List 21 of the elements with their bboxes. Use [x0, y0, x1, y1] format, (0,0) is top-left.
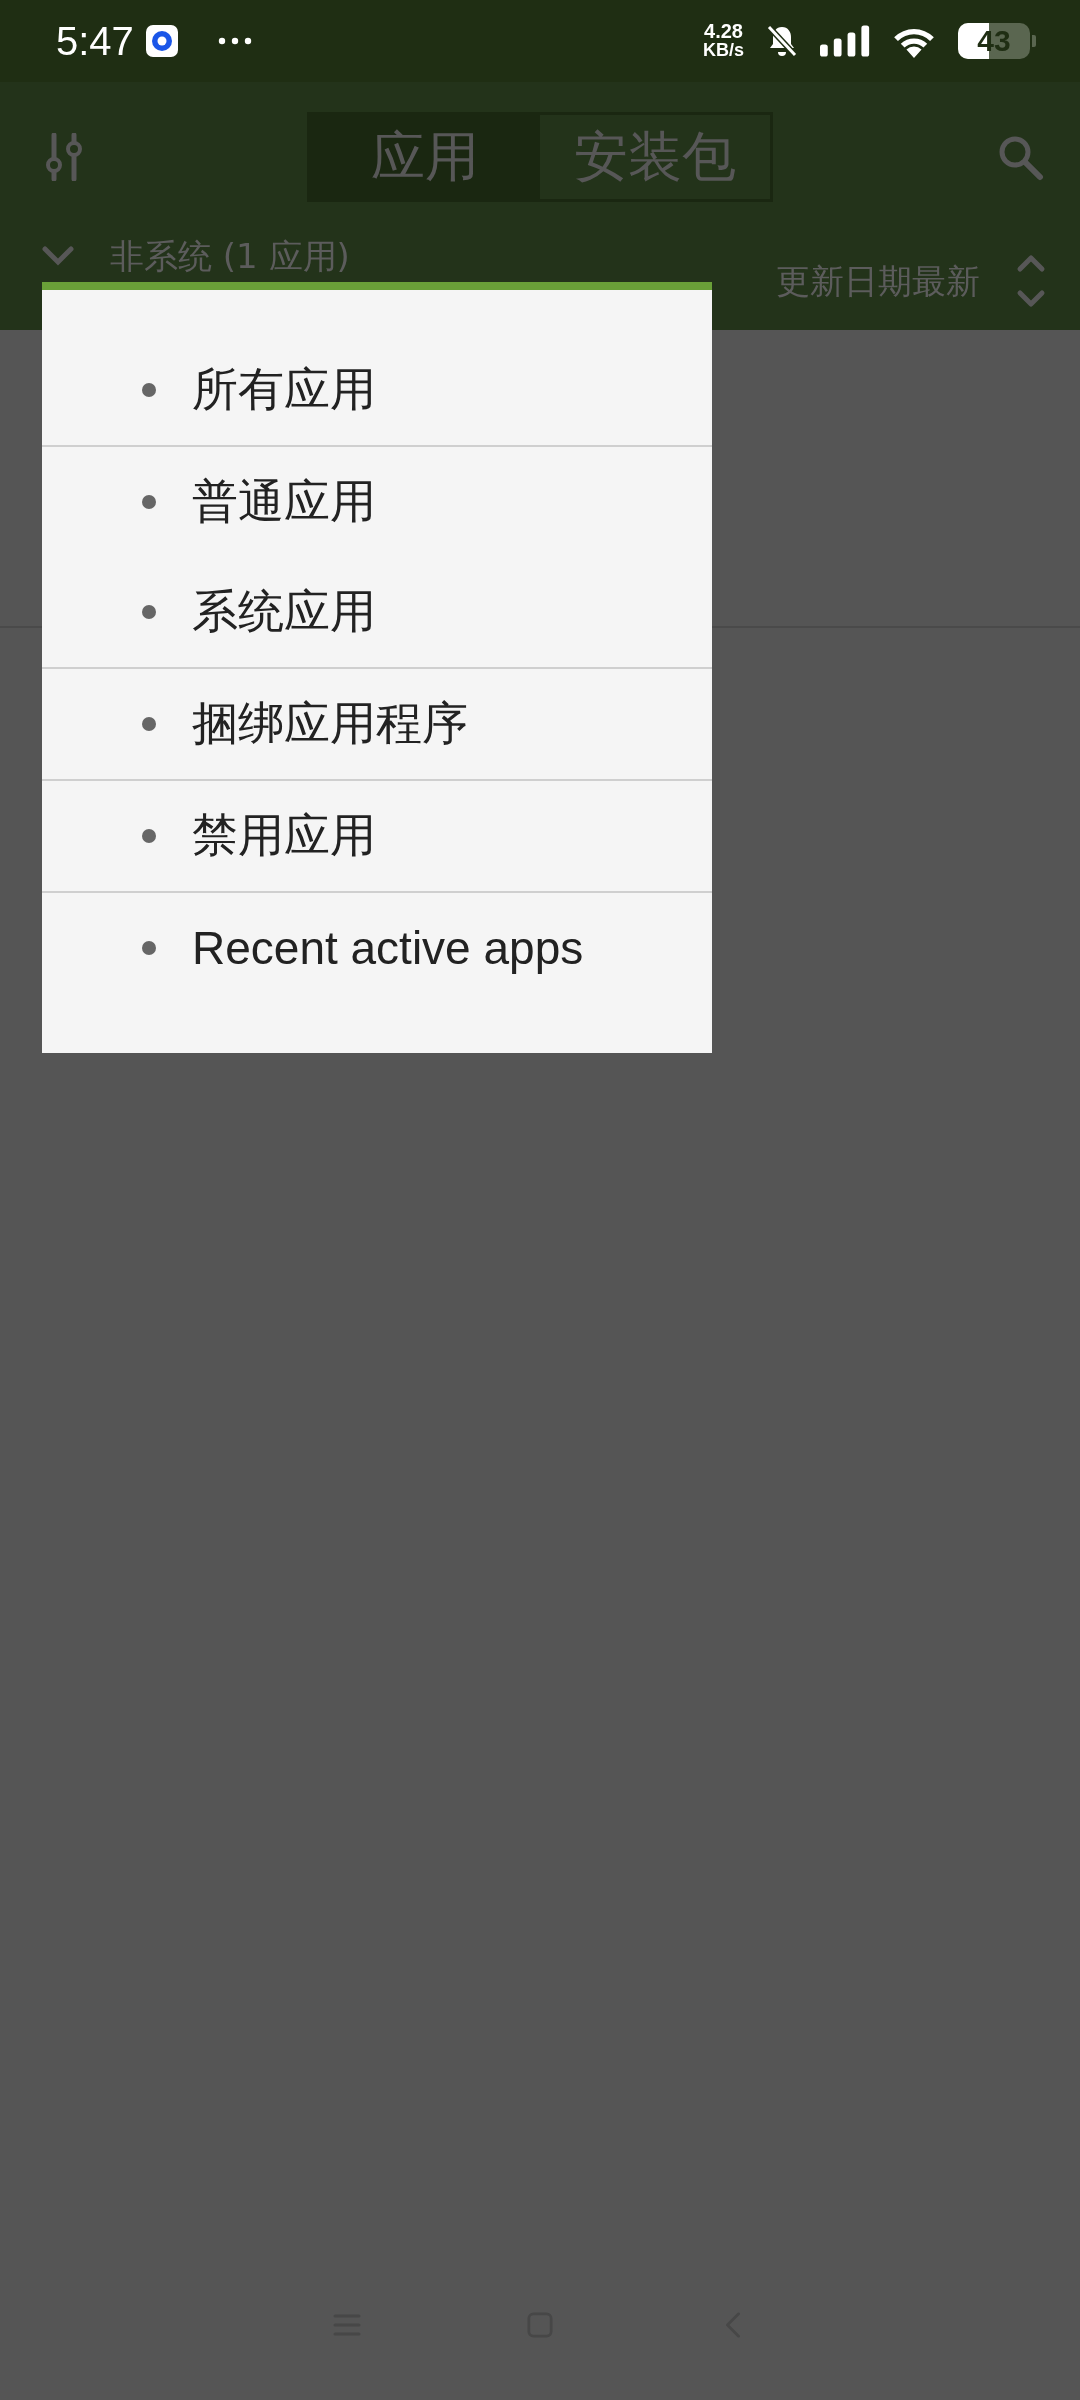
network-speed: 4.28: [704, 22, 743, 41]
bullet-icon: [142, 383, 156, 397]
sort-toggle-icon[interactable]: [1016, 253, 1046, 309]
more-notifications-icon: [217, 37, 252, 45]
app-notification-icon: [145, 25, 178, 57]
menu-item[interactable]: 捆绑应用程序: [192, 693, 468, 755]
filter-settings-icon[interactable]: [44, 133, 84, 181]
menu-item[interactable]: Recent active apps: [192, 921, 584, 975]
menu-item[interactable]: 禁用应用: [192, 805, 376, 867]
signal-icon: [820, 25, 870, 57]
menu-item[interactable]: 所有应用: [192, 359, 376, 421]
menu-item[interactable]: 普通应用: [192, 471, 376, 533]
chevron-down-icon[interactable]: [42, 246, 74, 266]
clock-time: 5:47: [56, 18, 134, 64]
bullet-icon: [142, 495, 156, 509]
bullet-icon: [142, 829, 156, 843]
network-speed-unit: KB/s: [703, 41, 744, 60]
bullet-icon: [142, 717, 156, 731]
bullet-icon: [142, 605, 156, 619]
bullet-icon: [142, 941, 156, 955]
menu-item[interactable]: 系统应用: [192, 581, 376, 643]
